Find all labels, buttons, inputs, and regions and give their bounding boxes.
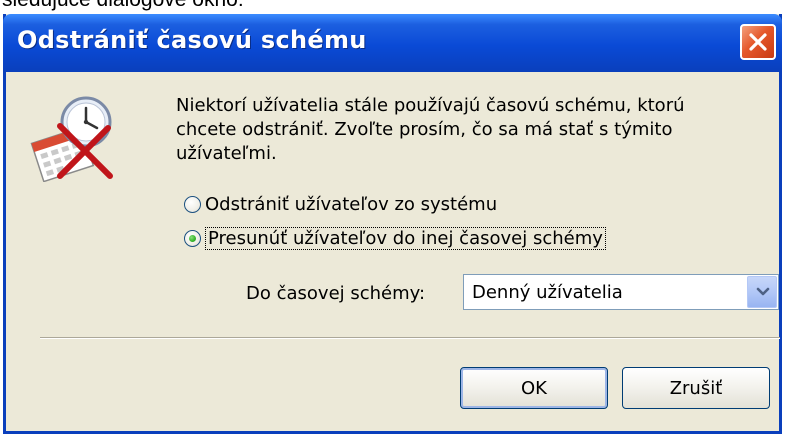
ok-button-label: OK [521,377,547,399]
cancel-button[interactable]: Zrušiť [622,367,770,409]
chevron-down-icon [756,287,770,296]
dropdown-value: Denný užívatelia [472,282,623,303]
radio-option-move-users[interactable]: Presunúť užívateľov do inej časovej sché… [184,224,606,252]
dialog-message: Niektorí užívatelia stále používajú časo… [176,94,736,166]
dialog-body: Niektorí užívatelia stále používajú časo… [6,72,780,431]
target-schema-label: Do časovej schémy: [246,283,426,304]
radio-button-selected[interactable] [184,229,201,247]
close-button[interactable] [740,24,776,60]
ok-button[interactable]: OK [460,367,608,409]
message-line: užívateľmi. [176,143,277,164]
separator [40,337,780,339]
radio-button[interactable] [184,195,201,213]
close-icon [749,33,767,51]
message-line: chcete odstrániť. Zvoľte prosím, čo sa m… [176,119,673,140]
radio-option-remove-users[interactable]: Odstrániť užívateľov zo systému [184,190,497,218]
message-line: Niektorí užívatelia stále používajú časo… [176,95,685,116]
target-schema-dropdown[interactable]: Denný užívatelia [463,274,779,310]
dialog-title: Odstrániť časovú schému [17,26,367,54]
radio-label: Odstrániť užívateľov zo systému [205,193,498,215]
radio-selected-dot [189,234,196,242]
clock-calendar-delete-icon [30,96,113,182]
cancel-button-label: Zrušiť [669,377,723,399]
dropdown-arrow-button[interactable] [747,276,777,308]
title-bar[interactable]: Odstrániť časovú schému [3,14,782,72]
radio-label: Presunúť užívateľov do inej časovej sché… [205,226,606,250]
document-text-fragment: sledujúce dialógové okno: [0,0,786,12]
